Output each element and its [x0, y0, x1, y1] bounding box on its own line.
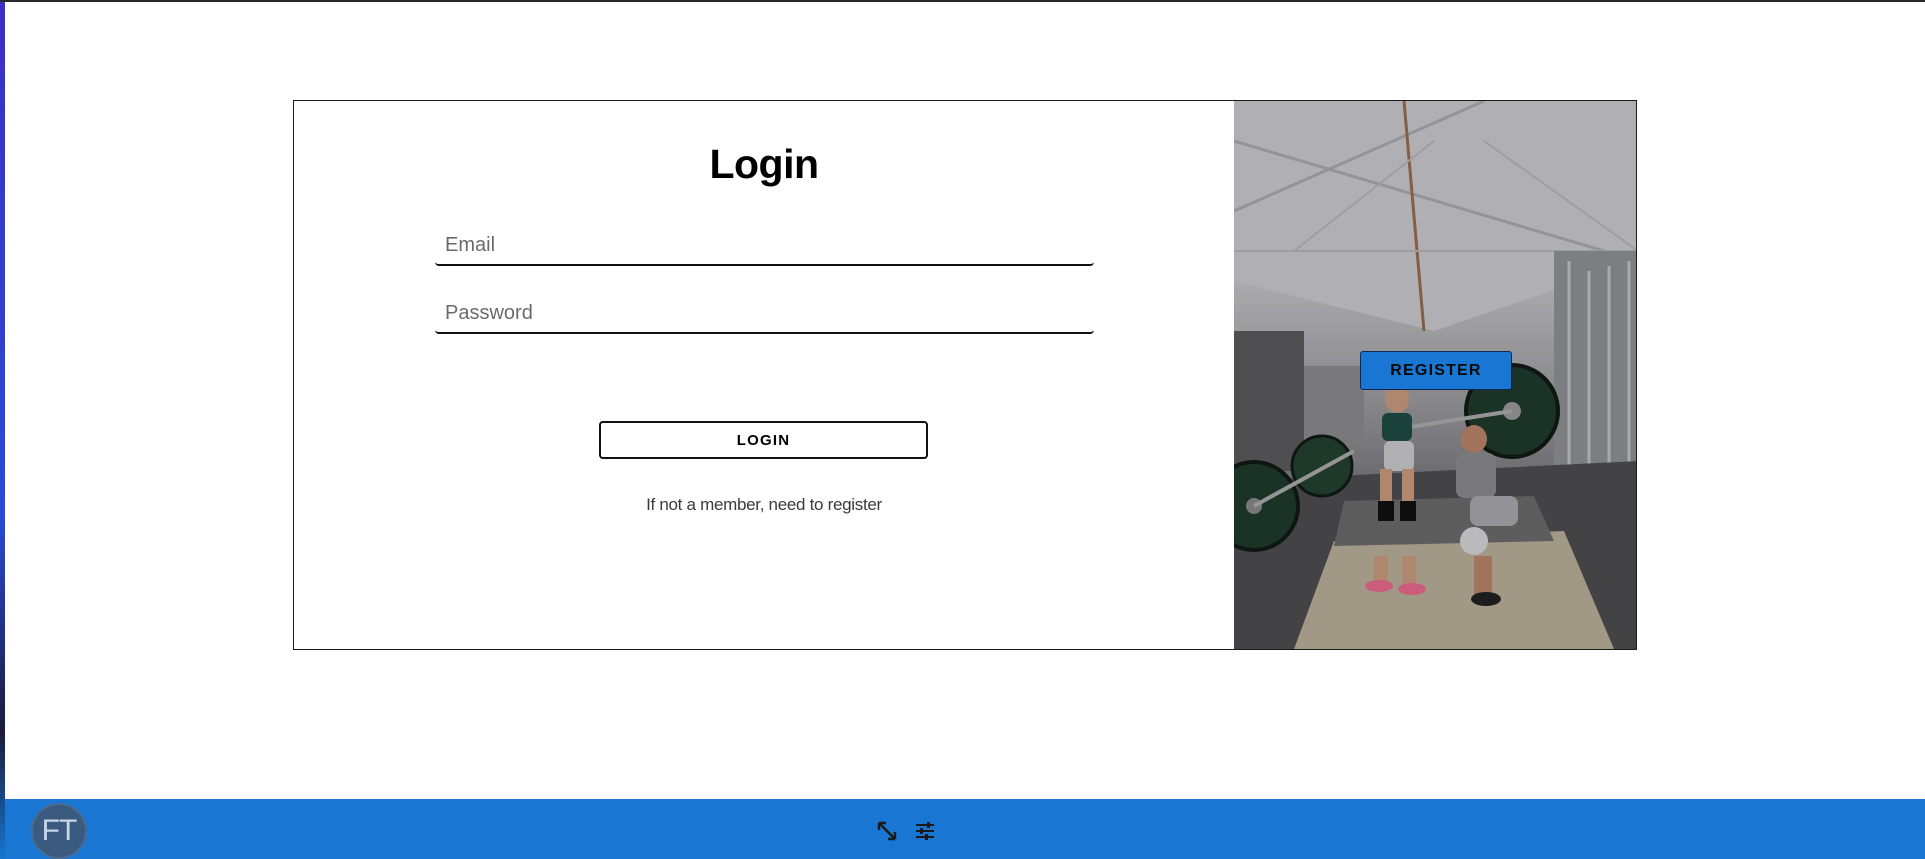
page-title: Login [709, 141, 819, 187]
login-button[interactable]: LOGIN [599, 421, 928, 459]
register-hint: If not a member, need to register [646, 495, 882, 514]
avatar[interactable]: FT [31, 803, 87, 859]
expand-icon[interactable] [875, 819, 899, 843]
password-field[interactable] [435, 294, 1094, 334]
tune-icon[interactable] [913, 819, 937, 843]
bottom-toolbar: FT [5, 799, 1925, 859]
login-form-pane: Login LOGIN If not a member, need to reg… [294, 101, 1234, 649]
toolbar-icons [875, 819, 937, 843]
login-card: Login LOGIN If not a member, need to reg… [293, 100, 1637, 650]
gym-photo: REGISTER [1234, 101, 1636, 649]
login-page: Login LOGIN If not a member, need to reg… [0, 0, 1925, 859]
window-edge [0, 2, 5, 859]
email-field[interactable] [435, 226, 1094, 266]
register-button[interactable]: REGISTER [1360, 351, 1512, 390]
